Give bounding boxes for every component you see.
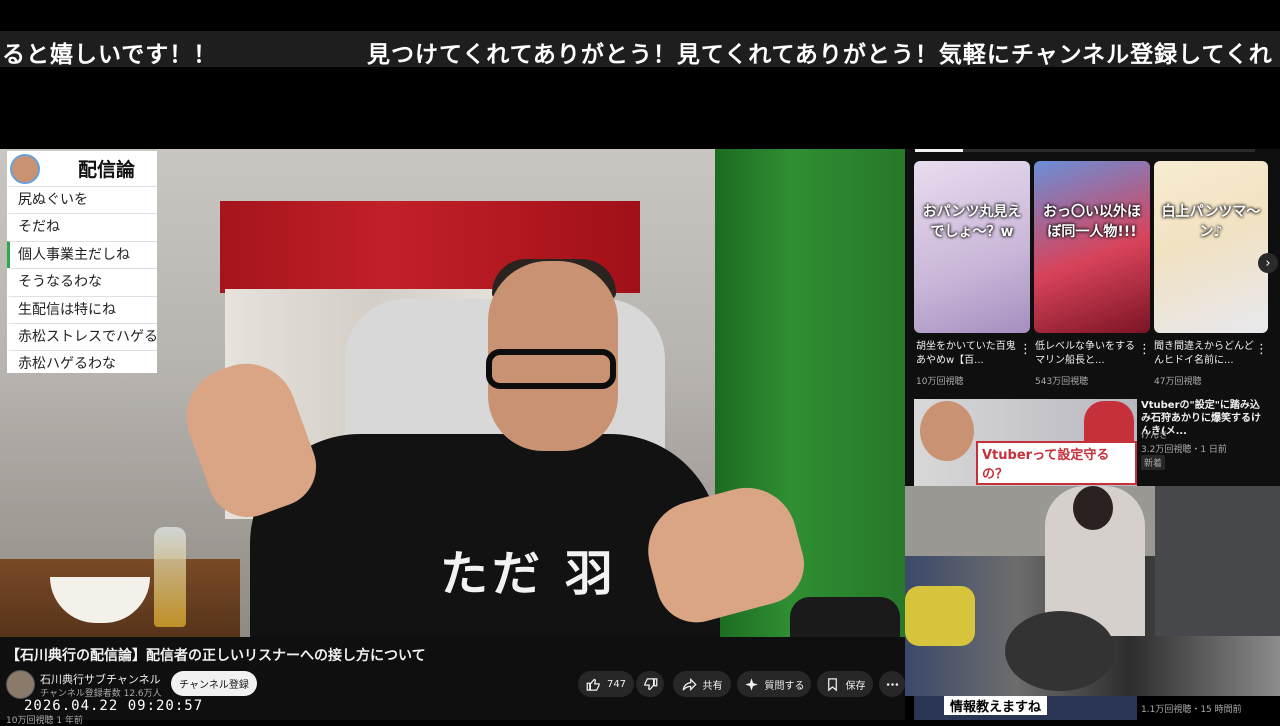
ticker-text-b: 見つけてくれてありがとう！見てくれてありがとう！気軽にチャンネル登録してくれ [367,41,1273,67]
short-thumbnail[interactable]: おパンツ丸見えでしょ〜？w [914,161,1030,333]
short-views: 10万回視聴 [916,377,964,387]
like-button[interactable]: 747 [578,671,634,697]
shirt-print: ただ 羽 [440,546,617,602]
ask-button[interactable]: 質問する [737,671,811,697]
thumbs-down-icon [643,677,657,690]
thumbs-up-icon [586,678,600,691]
stream-timestamp: 2026.04.22 09:20:57 [24,698,204,714]
chat-message: 赤松ストレスでハゲる [7,322,157,350]
save-label: 保存 [845,680,866,692]
short-thumbnail[interactable]: おっ〇い以外ほぼ同一人物!!! [1034,161,1150,333]
thumbnail-caption: 情報教えますね [944,696,1048,715]
short-thumbnail[interactable]: 白上パンツマ〜ン♪ [1154,161,1268,333]
glasses [486,349,616,389]
more-actions-button[interactable] [879,671,905,697]
short-title[interactable]: 胡坐をかいていた百鬼あやめw【百... [916,340,1016,368]
more-icon [886,682,898,686]
short-views: 543万回視聴 [1035,377,1089,387]
video-title[interactable]: 【石川典行の配信論】配信者の正しいリスナーへの接し方について [6,645,426,665]
subscribe-button[interactable]: チャンネル登録 [171,671,257,696]
bottle [154,527,186,627]
recommended-thumbnail[interactable]: 情報教えますね [914,696,1137,720]
chat-message: 尻ぬぐいを [7,186,157,213]
chat-message: そうなるわな [7,268,157,295]
microphone [790,597,900,637]
like-count: 747 [606,678,627,690]
dislike-button[interactable] [636,671,664,697]
chevron-right-icon[interactable]: › [1258,253,1278,273]
share-icon [682,677,697,691]
secondary-video[interactable] [905,486,1280,696]
recommended-meta: 1.1万回視聴・15 時間前 [1141,705,1242,715]
chat-avatar [10,153,40,184]
save-button[interactable]: 保存 [817,671,873,697]
new-badge: 新着 [1141,455,1166,470]
bookmark-icon [827,677,837,691]
share-button[interactable]: 共有 [673,671,731,697]
chip-bar[interactable] [915,149,1255,152]
coat [1155,486,1280,636]
ticker-banner: ると嬉しいです！！ 見つけてくれてありがとう！見てくれてありがとう！気軽にチャン… [0,31,1280,67]
person-head [1073,486,1113,530]
chat-title: 配信論 [78,159,136,181]
sparkle-icon [744,677,758,691]
share-label: 共有 [702,680,723,692]
short-caption: おっ〇い以外ほぼ同一人物!!! [1043,204,1141,240]
yellow-bag [905,586,975,646]
short-more-icon[interactable]: ⋮ [1255,342,1268,357]
chat-overlay: 配信論 尻ぬぐいを そだね 個人事業主だしね そうなるわな 生配信は特にね 赤松… [7,151,157,373]
chat-message: 赤松ハゲるわな [7,350,157,377]
short-caption: おパンツ丸見えでしょ〜？w [922,204,1022,240]
ticker-text-a: ると嬉しいです！！ [2,41,218,67]
short-title[interactable]: 聞き間違えからどんどんヒドイ名前に... [1154,340,1254,368]
short-views: 47万回視聴 [1154,377,1202,387]
short-caption: 白上パンツマ〜ン♪ [1161,204,1261,240]
thumbnail-face [920,401,974,461]
recommended-meta: 3.2万回視聴・1 日前 [1141,445,1227,455]
chat-message: 個人事業主だしね [7,240,157,269]
round-seat [1005,611,1115,691]
chat-message: そだね [7,213,157,240]
chip-active-indicator [915,149,963,152]
short-more-icon[interactable]: ⋮ [1138,342,1151,357]
recommended-thumbnail[interactable]: Vtuberって設定守るの？ [914,399,1137,486]
recommended-channel[interactable]: けんき [1141,428,1168,441]
channel-avatar[interactable] [6,670,35,699]
channel-name[interactable]: 石川典行サブチャンネル [40,671,161,687]
short-more-icon[interactable]: ⋮ [1019,342,1032,357]
chat-message: 生配信は特にね [7,295,157,323]
short-title[interactable]: 低レベルな争いをするマリン船長と... [1035,340,1135,368]
thumbnail-caption: Vtuberって設定守るの？ [976,441,1137,485]
chat-header: 配信論 [7,151,157,186]
ask-label: 質問する [764,680,805,692]
